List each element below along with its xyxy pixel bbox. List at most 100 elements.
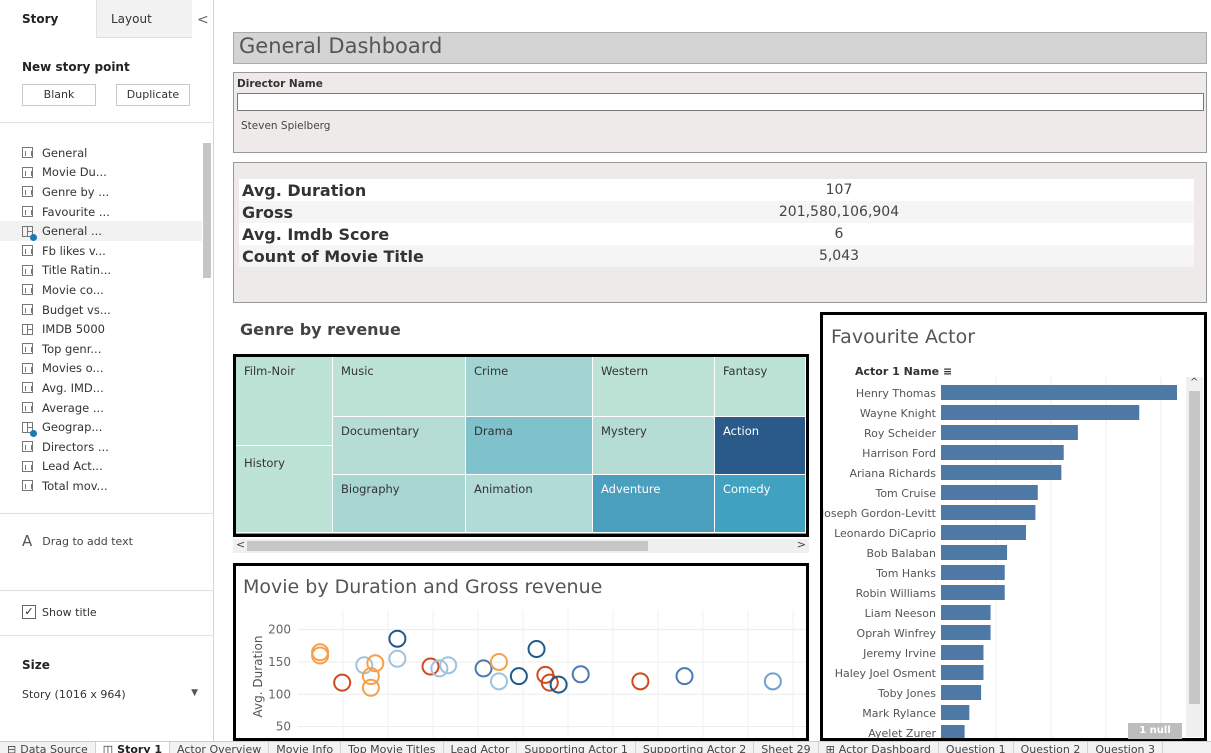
- collapse-panel-icon[interactable]: <: [197, 12, 209, 28]
- scroll-right-icon[interactable]: >: [797, 538, 806, 551]
- actor-bar[interactable]: [941, 385, 1177, 400]
- sheet-tab[interactable]: Supporting Actor 2: [636, 742, 755, 753]
- story-point-item[interactable]: Geograp...: [22, 417, 202, 437]
- story-point-item[interactable]: General: [22, 143, 202, 163]
- treemap-cell[interactable]: History: [236, 446, 333, 533]
- scroll-up-icon[interactable]: ^: [1190, 377, 1198, 388]
- story-point-item[interactable]: Fb likes v...: [22, 241, 202, 261]
- actor-name-label[interactable]: Tom Hanks: [875, 567, 936, 580]
- scatter-point[interactable]: [489, 672, 508, 691]
- treemap-cell[interactable]: Fantasy: [715, 357, 806, 417]
- actor-vertical-scrollbar[interactable]: ^: [1186, 377, 1203, 737]
- treemap-cell[interactable]: Biography: [333, 475, 466, 533]
- director-name-input[interactable]: [237, 93, 1204, 111]
- scatter-point[interactable]: [571, 665, 590, 684]
- actor-bar[interactable]: [941, 445, 1064, 460]
- story-point-item[interactable]: Directors ...: [22, 437, 202, 457]
- actor-name-label[interactable]: Jeremy Irvine: [862, 647, 936, 660]
- story-point-item[interactable]: Average ...: [22, 398, 202, 418]
- scatter-point[interactable]: [549, 675, 568, 694]
- story-list-scrollbar[interactable]: [203, 143, 211, 278]
- actor-name-label[interactable]: Roy Scheider: [864, 427, 936, 440]
- actor-name-label[interactable]: Liam Neeson: [865, 607, 936, 620]
- story-point-item[interactable]: Top genr...: [22, 339, 202, 359]
- blank-button[interactable]: Blank: [22, 84, 96, 106]
- actor-name-label[interactable]: Mark Rylance: [862, 707, 936, 720]
- sheet-tab[interactable]: ⊞ Actor Dashboard: [819, 742, 939, 753]
- sheet-tab[interactable]: ⊟ Data Source: [0, 742, 96, 753]
- show-title-checkbox[interactable]: ✓: [22, 605, 36, 619]
- sheet-tab[interactable]: Movie Info: [269, 742, 342, 753]
- actor-name-label[interactable]: Haley Joel Osment: [835, 667, 937, 680]
- treemap-cell[interactable]: Music: [333, 357, 466, 417]
- actor-name-label[interactable]: Oprah Winfrey: [857, 627, 937, 640]
- actor-name-label[interactable]: Robin Williams: [856, 587, 937, 600]
- actor-name-label[interactable]: Ariana Richards: [849, 467, 936, 480]
- scatter-point[interactable]: [763, 672, 782, 691]
- scatter-point[interactable]: [333, 673, 352, 692]
- scroll-thumb[interactable]: [1189, 391, 1200, 704]
- treemap-cell[interactable]: Animation: [466, 475, 593, 533]
- story-point-item[interactable]: General ...: [0, 221, 202, 241]
- actor-bar[interactable]: [941, 705, 970, 720]
- tab-story[interactable]: Story: [0, 0, 96, 38]
- scatter-point[interactable]: [675, 667, 694, 686]
- story-point-item[interactable]: Lead Act...: [22, 457, 202, 477]
- actor-name-label[interactable]: Henry Thomas: [856, 387, 936, 400]
- show-title-option[interactable]: ✓ Show title: [22, 605, 97, 619]
- actor-bar[interactable]: [941, 465, 1062, 480]
- treemap-cell[interactable]: Crime: [466, 357, 593, 417]
- actor-bar[interactable]: [941, 565, 1005, 580]
- actor-name-label[interactable]: Toby Jones: [877, 687, 936, 700]
- actor-bar[interactable]: [941, 645, 984, 660]
- actor-bar[interactable]: [941, 505, 1036, 520]
- scatter-point[interactable]: [430, 659, 449, 678]
- sheet-tab[interactable]: Lead Actor: [444, 742, 518, 753]
- story-point-item[interactable]: Movie Du...: [22, 163, 202, 183]
- scroll-left-icon[interactable]: <: [236, 538, 245, 551]
- sheet-tab[interactable]: Sheet 29: [754, 742, 819, 753]
- treemap-cell[interactable]: Action: [715, 417, 806, 475]
- story-point-item[interactable]: Total mov...: [22, 476, 202, 496]
- sheet-tab[interactable]: Question 3: [1088, 742, 1164, 753]
- actor-bar[interactable]: [941, 405, 1140, 420]
- scatter-point[interactable]: [527, 640, 546, 659]
- actor-bar[interactable]: [941, 545, 1008, 560]
- scroll-thumb[interactable]: [247, 541, 648, 551]
- story-point-item[interactable]: Favourite ...: [22, 202, 202, 222]
- null-indicator[interactable]: 1 null: [1128, 723, 1182, 739]
- treemap-cell[interactable]: Adventure: [593, 475, 715, 533]
- actor-name-label[interactable]: Ayelet Zurer: [868, 727, 936, 740]
- scatter-point[interactable]: [509, 667, 528, 686]
- tab-layout[interactable]: Layout: [96, 0, 192, 38]
- actor-name-label[interactable]: Harrison Ford: [862, 447, 936, 460]
- scatter-point[interactable]: [631, 672, 650, 691]
- story-point-item[interactable]: Budget vs...: [22, 300, 202, 320]
- actor-bar[interactable]: [941, 605, 991, 620]
- actor-name-label[interactable]: Wayne Knight: [860, 407, 937, 420]
- story-point-item[interactable]: Genre by ...: [22, 182, 202, 202]
- actor-bar[interactable]: [941, 525, 1026, 540]
- actor-bar[interactable]: [941, 665, 984, 680]
- actor-bar[interactable]: [941, 425, 1078, 440]
- scatter-point[interactable]: [439, 656, 458, 675]
- sheet-tab[interactable]: ◫ Story 1: [95, 742, 170, 753]
- story-point-item[interactable]: Title Ratin...: [22, 261, 202, 281]
- sheet-tab[interactable]: Actor Overview: [170, 742, 270, 753]
- actor-name-label[interactable]: Leonardo DiCaprio: [834, 527, 936, 540]
- actor-name-label[interactable]: Tom Cruise: [874, 487, 936, 500]
- treemap-cell[interactable]: Documentary: [333, 417, 466, 475]
- story-point-item[interactable]: Avg. IMD...: [22, 378, 202, 398]
- actor-name-label[interactable]: Joseph Gordon-Levitt: [823, 507, 937, 520]
- treemap-cell[interactable]: Film-Noir: [236, 357, 333, 446]
- actor-bar[interactable]: [941, 725, 965, 740]
- story-point-item[interactable]: Movies o...: [22, 359, 202, 379]
- sheet-tab[interactable]: Top Movie Titles: [341, 742, 444, 753]
- drag-to-add-text[interactable]: A Drag to add text: [22, 532, 133, 550]
- scatter-point[interactable]: [388, 629, 407, 648]
- sheet-tab[interactable]: Question 2: [1014, 742, 1089, 753]
- scatter-point[interactable]: [388, 649, 407, 668]
- treemap-cell[interactable]: Mystery: [593, 417, 715, 475]
- story-point-item[interactable]: Movie co...: [22, 280, 202, 300]
- actor-bar[interactable]: [941, 625, 991, 640]
